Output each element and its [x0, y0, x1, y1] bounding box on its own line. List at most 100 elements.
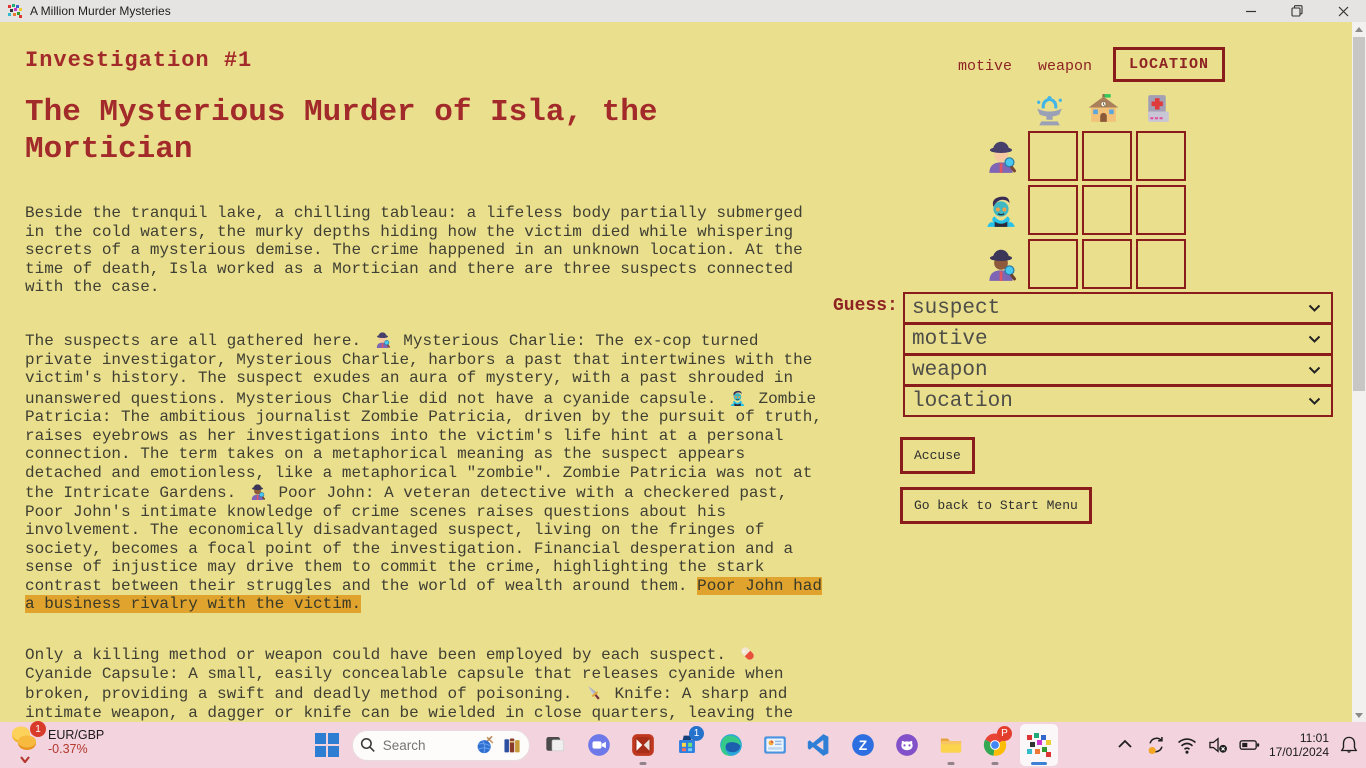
suspects-paragraph: The suspects are all gathered here. Myst… — [25, 330, 827, 614]
intro-paragraph: Beside the tranquil lake, a chilling tab… — [25, 204, 827, 297]
running-indicator — [992, 762, 999, 765]
suspect-select-value: suspect — [912, 297, 1000, 320]
suspects-lead: The suspects are all gathered here. — [25, 332, 371, 350]
media-app-button[interactable] — [624, 724, 662, 766]
store-button[interactable]: 1 — [668, 724, 706, 766]
z-app-icon: Z — [850, 732, 876, 758]
currency-change: -0.37% — [48, 742, 104, 756]
folder-icon — [938, 732, 964, 758]
weapon-select[interactable]: weapon — [903, 354, 1333, 386]
grid-cell[interactable] — [1136, 185, 1186, 235]
minimize-button[interactable] — [1228, 0, 1274, 22]
scroll-down-arrow[interactable] — [1352, 708, 1366, 722]
intro-text: Beside the tranquil lake, a chilling tab… — [25, 204, 803, 296]
clock[interactable]: 11:01 17/01/2024 — [1269, 731, 1329, 759]
grid-cell[interactable] — [1028, 239, 1078, 289]
back-to-start-menu-button[interactable]: Go back to Start Menu — [900, 487, 1092, 524]
window-title: A Million Murder Mysteries — [30, 4, 171, 18]
guess-label: Guess: — [833, 296, 898, 316]
app-icon — [8, 4, 22, 18]
search-box[interactable] — [352, 730, 530, 761]
grid-cell[interactable] — [1082, 239, 1132, 289]
running-indicator — [948, 762, 955, 765]
sync-status-icon[interactable] — [1145, 734, 1167, 756]
detective-dark-icon — [248, 482, 267, 501]
dagger-icon — [584, 683, 603, 702]
search-icon — [360, 737, 376, 753]
grid-cell[interactable] — [1136, 131, 1186, 181]
close-button[interactable] — [1320, 0, 1366, 22]
red-x-app-icon — [630, 732, 656, 758]
edge-icon — [718, 732, 744, 758]
grid-cell[interactable] — [1028, 185, 1078, 235]
file-explorer-button[interactable] — [932, 724, 970, 766]
edge-button[interactable] — [712, 724, 750, 766]
currency-pair: EUR/GBP — [48, 728, 104, 742]
location-select[interactable]: location — [903, 385, 1333, 417]
deduction-grid — [982, 131, 1186, 289]
chat-app-button[interactable] — [580, 724, 618, 766]
store-badge: 1 — [689, 726, 704, 741]
weapon-select-value: weapon — [912, 359, 988, 382]
start-button[interactable] — [308, 724, 346, 766]
motive-select[interactable]: motive — [903, 323, 1333, 355]
tab-motive[interactable]: motive — [958, 58, 1012, 75]
weapons-lead: Only a killing method or weapon could ha… — [25, 646, 736, 664]
window-titlebar: A Million Murder Mysteries — [0, 0, 1366, 22]
suspect-select[interactable]: suspect — [903, 292, 1333, 324]
detective-dark-icon — [982, 245, 1020, 283]
grid-cell[interactable] — [1028, 131, 1078, 181]
svg-text:Z: Z — [859, 738, 867, 753]
search-input[interactable] — [383, 738, 469, 753]
tab-location-active[interactable]: LOCATION — [1113, 47, 1225, 82]
task-view-button[interactable] — [536, 724, 574, 766]
location-select-value: location — [912, 390, 1013, 413]
grid-cell[interactable] — [1136, 239, 1186, 289]
chevron-down-icon — [1308, 335, 1321, 344]
wifi-icon[interactable] — [1176, 734, 1198, 756]
detective-icon — [373, 330, 392, 349]
video-chat-icon — [586, 732, 612, 758]
z-app-button[interactable]: Z — [844, 724, 882, 766]
game-app-icon — [1026, 732, 1052, 758]
grid-cell[interactable] — [1082, 185, 1132, 235]
grid-cell[interactable] — [1082, 131, 1132, 181]
weather-finance-widget[interactable]: 1 EUR/GBP -0.37% — [10, 725, 104, 759]
tray-time: 11:01 — [1269, 731, 1329, 745]
grid-row-john — [982, 239, 1186, 289]
school-icon — [1085, 91, 1122, 128]
vscode-button[interactable] — [800, 724, 838, 766]
volume-muted-icon[interactable] — [1207, 734, 1229, 756]
chevron-down-icon — [1308, 304, 1321, 313]
active-running-indicator — [1031, 762, 1047, 765]
tray-date: 17/01/2024 — [1269, 745, 1329, 759]
down-caret-icon — [20, 756, 30, 763]
battery-icon[interactable] — [1238, 734, 1260, 756]
chrome-button[interactable]: P — [976, 724, 1014, 766]
system-settings-button[interactable] — [756, 724, 794, 766]
weapons-paragraph: Only a killing method or weapon could ha… — [25, 644, 827, 722]
game-app-button-active[interactable] — [1020, 724, 1058, 766]
restore-button[interactable] — [1274, 0, 1320, 22]
widget-badge: 1 — [30, 721, 46, 737]
chevron-down-icon — [1308, 366, 1321, 375]
hidden-icons-chevron[interactable] — [1114, 734, 1136, 756]
notification-bell-icon[interactable] — [1338, 734, 1360, 756]
motive-select-value: motive — [912, 328, 988, 351]
scrollbar[interactable] — [1352, 22, 1366, 722]
pill-icon — [738, 644, 757, 663]
scroll-up-arrow[interactable] — [1352, 22, 1366, 36]
investigation-number: Investigation #1 — [25, 48, 252, 73]
github-button[interactable] — [888, 724, 926, 766]
detective-icon — [982, 137, 1020, 175]
guess-selects: suspect motive weapon location — [903, 292, 1333, 417]
tab-weapon[interactable]: weapon — [1038, 58, 1092, 75]
vscode-icon — [806, 732, 832, 758]
zombie-icon — [982, 191, 1020, 229]
control-panel-icon — [762, 732, 788, 758]
taskbar: 1 EUR/GBP -0.37% — [0, 722, 1366, 768]
chevron-down-icon — [1308, 397, 1321, 406]
accuse-button[interactable]: Accuse — [900, 437, 975, 474]
task-view-icon — [542, 732, 568, 758]
scrollbar-thumb[interactable] — [1353, 37, 1365, 391]
